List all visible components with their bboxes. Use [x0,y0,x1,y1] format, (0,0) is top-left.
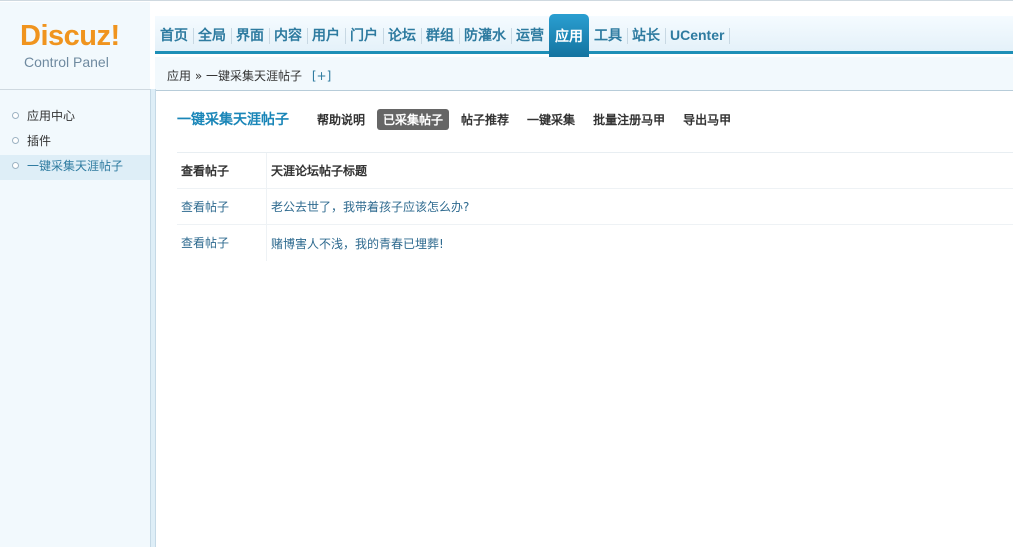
nav-home[interactable]: 首页 [155,16,194,54]
main-content: 一键采集天涯帖子 帮助说明 已采集帖子 帖子推荐 一键采集 批量注册马甲 导出马… [157,92,1013,547]
posts-table: 查看帖子 天涯论坛帖子标题 查看帖子 老公去世了，我带着孩子应该怎么办? 查看帖… [177,152,1013,261]
table-header-row: 查看帖子 天涯论坛帖子标题 [177,152,1013,189]
column-header-title: 天涯论坛帖子标题 [271,164,368,178]
tab-one-click-collect[interactable]: 一键采集 [521,109,581,130]
nav-global[interactable]: 全局 [193,16,232,54]
breadcrumb-bar: 应用 » 一键采集天涯帖子 [+] [155,57,1013,91]
title-row: 一键采集天涯帖子 帮助说明 已采集帖子 帖子推荐 一键采集 批量注册马甲 导出马… [177,108,743,130]
nav-label: 工具 [594,28,622,44]
nav-portal[interactable]: 门户 [345,16,384,54]
nav-antispam[interactable]: 防灌水 [459,16,512,54]
sidebar-item-label: 应用中心 [27,109,76,123]
logo-wordmark: Discuz! [20,20,120,52]
nav-label: 防灌水 [464,28,506,44]
tab-collected-posts[interactable]: 已采集帖子 [377,108,450,130]
nav-label: 应用 [555,28,583,45]
logo-subtitle: Control Panel [24,54,109,70]
top-nav: 首页 全局 界面 内容 用户 门户 论坛 群组 防灌水 运营 应用 工具 站长 … [155,14,731,57]
nav-separator [729,28,731,44]
nav-webmaster[interactable]: 站长 [627,16,666,54]
table-row: 查看帖子 老公去世了，我带着孩子应该怎么办? [177,188,1013,225]
column-header-action: 查看帖子 [177,152,267,189]
table-row: 查看帖子 赌博害人不浅，我的青春已埋葬! [177,225,1013,261]
nav-label: 运营 [516,28,544,44]
sidebar-item-plugins[interactable]: 插件 [0,130,150,155]
nav-label: 门户 [350,28,378,44]
sidebar-item-label: 插件 [27,134,52,148]
nav-label: 内容 [274,28,302,44]
nav-operations[interactable]: 运营 [511,16,550,54]
breadcrumb-root[interactable]: 应用 [167,69,191,83]
sidebar-item-label: 一键采集天涯帖子 [27,159,124,173]
sidebar-divider[interactable] [150,89,156,547]
sidebar-item-app-center[interactable]: 应用中心 [0,105,150,130]
breadcrumb-separator: » [194,69,203,83]
post-title-link[interactable]: 老公去世了，我带着孩子应该怎么办? [267,198,469,215]
tab-recommended-posts[interactable]: 帖子推荐 [455,109,515,130]
sidebar-item-tianya-collector[interactable]: 一键采集天涯帖子 [0,155,150,180]
nav-label: 界面 [236,28,264,44]
nav-label: 用户 [312,28,340,44]
nav-label: UCenter [670,27,725,43]
breadcrumb: 应用 » 一键采集天涯帖子 [+] [167,67,331,84]
nav-ucenter[interactable]: UCenter [665,16,731,54]
nav-tools[interactable]: 工具 [589,16,628,54]
tab-bulk-register[interactable]: 批量注册马甲 [587,109,671,130]
bullet-icon [12,112,19,119]
page-title: 一键采集天涯帖子 [177,112,289,128]
nav-interface[interactable]: 界面 [231,16,270,54]
nav-content[interactable]: 内容 [269,16,308,54]
nav-users[interactable]: 用户 [307,16,346,54]
bullet-icon [12,162,19,169]
view-post-link[interactable]: 查看帖子 [177,188,267,225]
bullet-icon [12,137,19,144]
view-post-link[interactable]: 查看帖子 [177,225,267,261]
tab-export[interactable]: 导出马甲 [677,109,737,130]
nav-groups[interactable]: 群组 [421,16,460,54]
post-title-link[interactable]: 赌博害人不浅，我的青春已埋葬! [267,235,444,252]
sidebar: 应用中心 插件 一键采集天涯帖子 [0,89,150,547]
breadcrumb-current: 一键采集天涯帖子 [206,69,303,83]
add-shortcut-button[interactable]: [+] [312,69,331,83]
nav-label: 全局 [198,28,226,44]
nav-label: 论坛 [388,28,416,44]
nav-label: 首页 [160,28,188,44]
discuz-logo[interactable]: Discuz! Control Panel [0,2,150,90]
tab-help[interactable]: 帮助说明 [311,109,371,130]
nav-forum[interactable]: 论坛 [383,16,422,54]
nav-apps[interactable]: 应用 [549,14,589,57]
nav-label: 群组 [426,28,454,44]
sidebar-list: 应用中心 插件 一键采集天涯帖子 [0,105,150,180]
nav-label: 站长 [632,28,660,44]
